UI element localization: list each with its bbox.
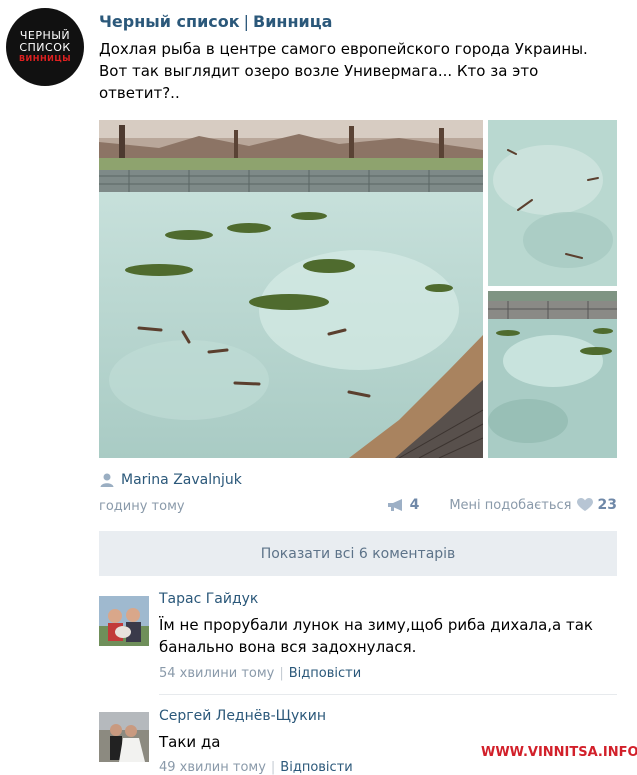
post-time[interactable]: годину тому bbox=[99, 499, 185, 514]
photo-bottom-right[interactable] bbox=[488, 291, 617, 458]
site-watermark: WWW.VINNITSA.INFO bbox=[481, 745, 637, 760]
comment-text: Їм не прорубали лунок на зиму,щоб риба д… bbox=[159, 616, 593, 656]
logo-line-3: ВИННИЦЫ bbox=[18, 54, 72, 63]
comment-author[interactable]: Сергей Леднёв-Щукин bbox=[159, 708, 326, 724]
comment-author[interactable]: Тарас Гайдук bbox=[159, 591, 258, 607]
reply-button[interactable]: Відповісти bbox=[289, 666, 361, 681]
title-separator: | bbox=[243, 12, 250, 31]
group-avatar[interactable]: ЧЕРНЫЙ СПИСОК ВИННИЦЫ bbox=[6, 8, 84, 86]
comment-time[interactable]: 54 хвилини тому bbox=[159, 666, 274, 681]
post-author[interactable]: Marina Zavalnjuk bbox=[99, 472, 242, 488]
post-photos bbox=[99, 120, 617, 458]
person-icon bbox=[100, 473, 114, 487]
comment-avatar[interactable] bbox=[99, 712, 149, 762]
comment-divider bbox=[159, 694, 617, 695]
group-title[interactable]: Черный список | Винница bbox=[99, 12, 332, 31]
megaphone-icon bbox=[387, 499, 402, 511]
repost-count: 4 bbox=[409, 497, 420, 513]
show-all-comments-button[interactable]: Показати всі 6 коментарів bbox=[99, 531, 617, 576]
logo-line-2: СПИСОК bbox=[19, 41, 71, 54]
comment-meta: 54 хвилини тому | Відповісти bbox=[159, 666, 362, 681]
like-button[interactable]: Мені подобається 23 bbox=[449, 497, 617, 513]
repost-button[interactable]: 4 bbox=[387, 497, 420, 513]
photo-top-right[interactable] bbox=[488, 120, 617, 286]
post-text: Дохлая рыба в центре самого европейского… bbox=[99, 40, 588, 102]
post-author-name[interactable]: Marina Zavalnjuk bbox=[121, 472, 242, 488]
group-name[interactable]: Черный список bbox=[99, 12, 240, 31]
post-actions: 4 Мені подобається 23 bbox=[387, 497, 617, 513]
comment-item: Тарас Гайдук Їм не прорубали лунок на зи… bbox=[99, 591, 617, 684]
comment-avatar[interactable] bbox=[99, 596, 149, 646]
like-count: 23 bbox=[597, 497, 617, 513]
heart-icon bbox=[576, 498, 593, 511]
photo-main[interactable] bbox=[99, 120, 483, 458]
like-label: Мені подобається bbox=[449, 497, 572, 513]
group-city[interactable]: Винница bbox=[253, 12, 332, 31]
